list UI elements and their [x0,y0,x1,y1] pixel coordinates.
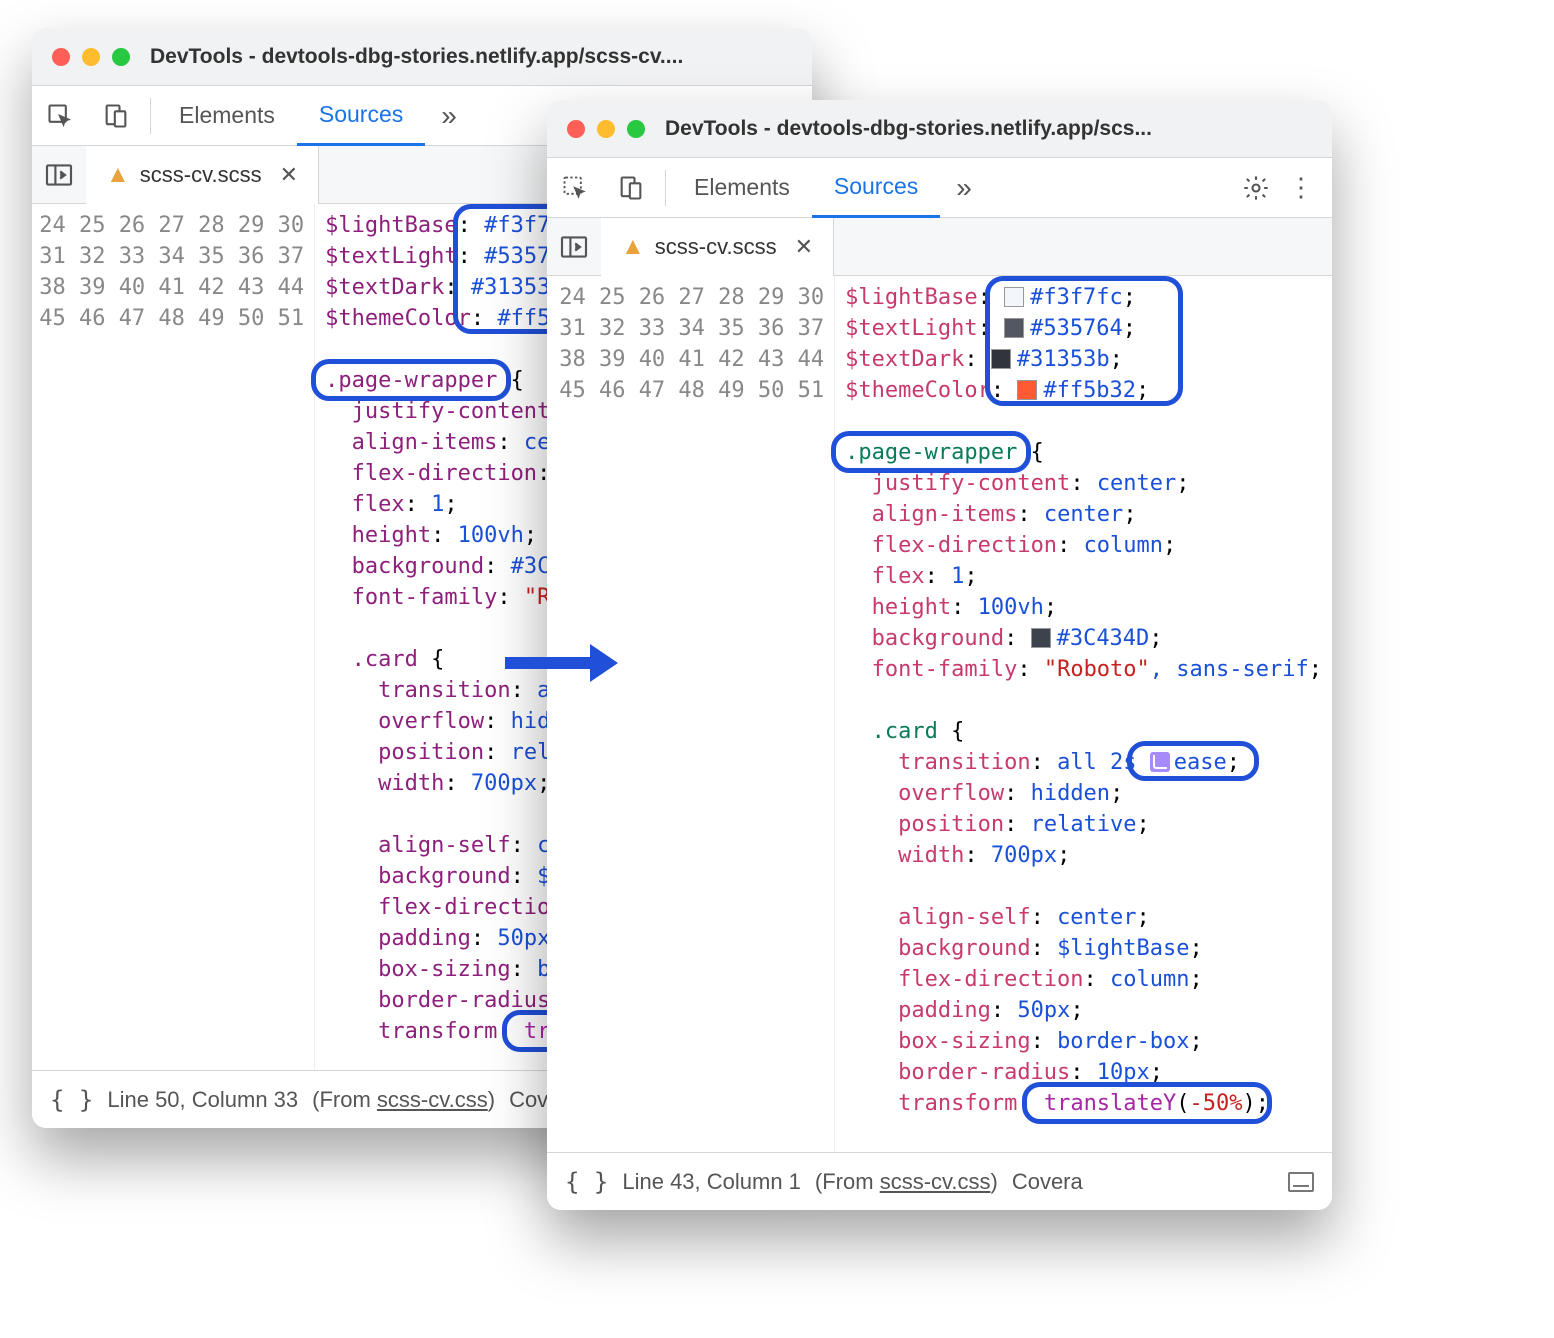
tab-elements[interactable]: Elements [672,158,812,218]
inspect-icon[interactable] [547,174,603,202]
file-tab[interactable]: ▲ scss-cv.scss ✕ [86,146,319,204]
drawer-toggle-icon[interactable] [1288,1172,1314,1192]
warning-icon: ▲ [621,233,645,261]
window-controls [52,48,130,66]
minimize-window-button[interactable] [82,48,100,66]
tab-elements[interactable]: Elements [157,86,297,146]
maximize-window-button[interactable] [627,120,645,138]
kebab-menu-icon[interactable]: ⋮ [1288,172,1314,203]
file-tab-name: scss-cv.scss [140,162,262,188]
device-icon[interactable] [603,174,659,202]
file-tab[interactable]: ▲ scss-cv.scss ✕ [601,218,834,276]
titlebar: DevTools - devtools-dbg-stories.netlify.… [547,100,1332,158]
minimize-window-button[interactable] [597,120,615,138]
code-content[interactable]: $lightBase: #f3f7fc; $textLight: #535764… [835,276,1332,1152]
inspect-icon[interactable] [32,102,88,130]
cursor-position: Line 50, Column 33 [107,1087,298,1113]
coverage-label[interactable]: Covera [1012,1169,1083,1195]
source-map-from: (From scss-cv.css) [312,1087,495,1113]
device-icon[interactable] [88,102,144,130]
close-tab-icon[interactable]: ✕ [280,162,298,188]
source-map-from: (From scss-cv.css) [815,1169,998,1195]
line-gutter: 24 25 26 27 28 29 30 31 32 33 34 35 36 3… [32,204,315,1070]
line-gutter: 24 25 26 27 28 29 30 31 32 33 34 35 36 3… [547,276,835,1152]
window-controls [567,120,645,138]
window-title: DevTools - devtools-dbg-stories.netlify.… [665,117,1152,141]
file-tab-name: scss-cv.scss [655,234,777,260]
format-icon[interactable]: { } [565,1168,608,1196]
main-toolbar: Elements Sources » ⋮ [547,158,1332,218]
more-tabs-icon[interactable]: » [940,172,988,204]
navigator-toggle-icon[interactable] [547,235,601,259]
status-bar: { } Line 43, Column 1 (From scss-cv.css)… [547,1152,1332,1210]
more-tabs-icon[interactable]: » [425,100,473,132]
close-window-button[interactable] [567,120,585,138]
navigator-toggle-icon[interactable] [32,163,86,187]
comparison-arrow-icon [500,638,620,678]
tab-sources[interactable]: Sources [297,86,425,146]
file-tabs-bar: ▲ scss-cv.scss ✕ [547,218,1332,276]
window-title: DevTools - devtools-dbg-stories.netlify.… [150,45,683,69]
format-icon[interactable]: { } [50,1086,93,1114]
titlebar: DevTools - devtools-dbg-stories.netlify.… [32,28,812,86]
maximize-window-button[interactable] [112,48,130,66]
tab-sources[interactable]: Sources [812,158,940,218]
cursor-position: Line 43, Column 1 [622,1169,801,1195]
warning-icon: ▲ [106,161,130,189]
settings-icon[interactable] [1242,174,1270,202]
devtools-window-after: DevTools - devtools-dbg-stories.netlify.… [547,100,1332,1210]
code-editor[interactable]: 24 25 26 27 28 29 30 31 32 33 34 35 36 3… [547,276,1332,1152]
close-window-button[interactable] [52,48,70,66]
close-tab-icon[interactable]: ✕ [795,234,813,260]
